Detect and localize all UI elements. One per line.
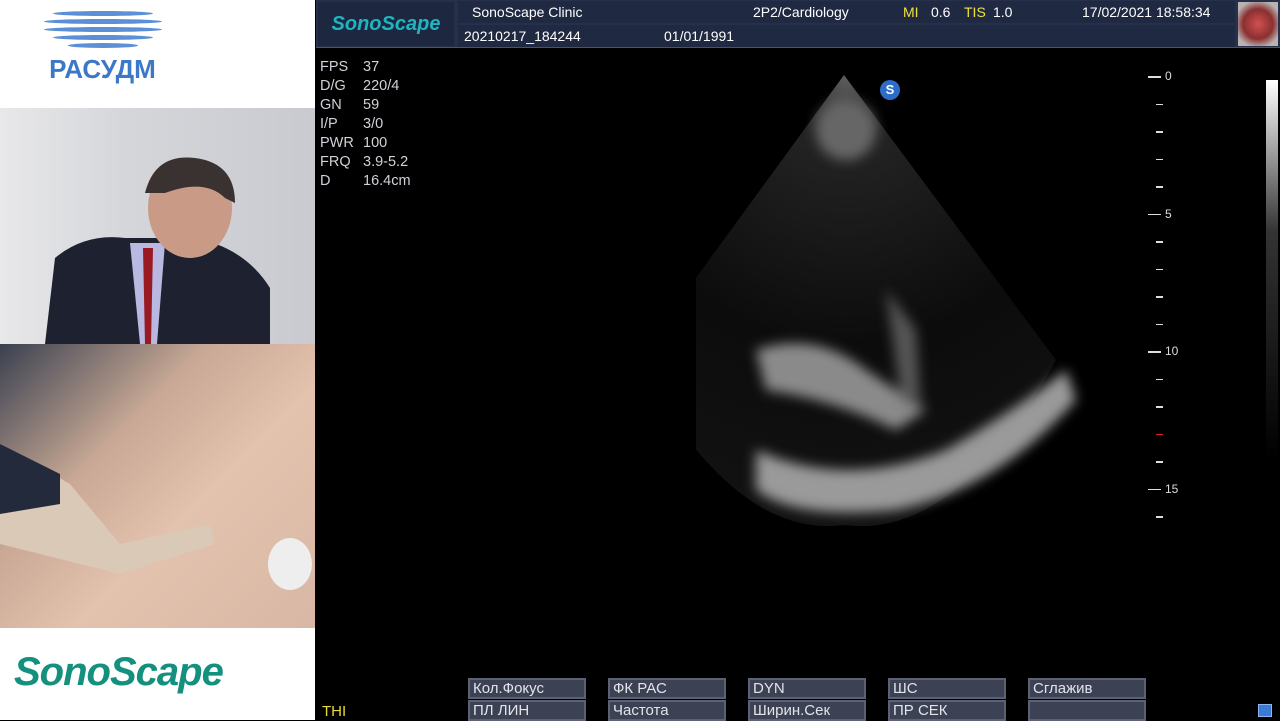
depth-tick — [1156, 186, 1163, 188]
param-row: D/G 220/4 — [320, 78, 400, 94]
softkey-frequency[interactable]: Частота — [608, 700, 726, 721]
birth-date: 01/01/1991 — [664, 28, 735, 44]
mi-value: 0.6 — [931, 4, 951, 20]
depth-tick — [1156, 131, 1163, 133]
clinic-name: SonoScape Clinic — [472, 4, 583, 20]
focus-marker — [1156, 433, 1163, 435]
grayscale-bar — [1266, 80, 1278, 460]
ultrasound-screen: SonoScape SonoScape Clinic 2P2/Cardiolog… — [316, 0, 1280, 721]
param-row: GN 59 — [320, 97, 380, 113]
presenter-figure — [45, 157, 270, 344]
depth-tick — [1156, 268, 1163, 270]
depth-tick — [1156, 378, 1163, 380]
depth-tick — [1156, 103, 1163, 105]
depth-label: 0 — [1165, 69, 1172, 83]
mi-label: MI — [903, 4, 919, 20]
softkey-sector-steer[interactable]: ПР СЕК — [888, 700, 1006, 721]
softkey-empty[interactable] — [1028, 700, 1146, 721]
heart-icon[interactable] — [1238, 2, 1278, 46]
param-row: FPS 37 — [320, 59, 380, 75]
softkey-focus-position[interactable]: ФК РАС — [608, 678, 726, 699]
probe-hand — [0, 444, 312, 590]
orientation-marker-icon: S — [880, 80, 900, 100]
imaging-parameters: FPS 37 D/G 220/4 GN 59 I/P 3/0 PWR 100 FRQ 3.9… — [320, 58, 411, 191]
probe-preset[interactable]: 2P2/Cardiology — [753, 4, 849, 20]
rasudm-logo-text: РАСУДМ — [49, 54, 156, 84]
thi-mode-label: THI — [322, 703, 347, 720]
param-row: PWR 100 — [320, 135, 388, 151]
softkey-dyn[interactable]: DYN — [748, 678, 866, 699]
depth-tick — [1156, 516, 1163, 518]
depth-label: 5 — [1165, 206, 1172, 221]
param-row: FRQ 3.9-5.2 — [320, 154, 409, 170]
softkey-grayscale[interactable]: ШС — [888, 678, 1006, 699]
softkey-line-density[interactable]: ПЛ ЛИН — [468, 700, 586, 721]
param-row: D 16.4cm — [320, 173, 411, 189]
param-row: I/P 3/0 — [320, 116, 384, 132]
softkey-sector-width[interactable]: Ширин.Сек — [748, 700, 866, 721]
presenter-panel: РАСУДМ SonoScape — [0, 0, 315, 720]
softkey-focus-number[interactable]: Кол.Фокус — [468, 678, 586, 699]
depth-tick — [1148, 488, 1161, 490]
ultrasound-image — [696, 75, 1076, 527]
presenter-video — [0, 108, 315, 344]
depth-tick — [1148, 76, 1161, 78]
depth-tick — [1156, 296, 1163, 298]
depth-tick — [1156, 461, 1163, 463]
sonoscape-logo: SonoScape — [318, 2, 454, 46]
tis-label: TIS — [964, 4, 986, 20]
rasudm-logo: РАСУДМ — [40, 8, 165, 85]
depth-tick — [1156, 406, 1163, 408]
depth-scale: 0 5 10 15 — [1146, 0, 1186, 560]
softkey-smoothing[interactable]: Сглажив — [1028, 678, 1146, 699]
scanning-video — [0, 344, 315, 628]
depth-tick — [1156, 323, 1163, 325]
tis-value: 1.0 — [993, 4, 1013, 20]
sonoscape-brand-logo: SonoScape — [14, 650, 224, 694]
depth-label: 15 — [1165, 481, 1179, 496]
depth-tick — [1148, 351, 1161, 353]
depth-tick — [1156, 158, 1163, 160]
depth-tick — [1156, 241, 1163, 243]
depth-label: 10 — [1165, 344, 1179, 358]
header-bar: SonoScape SonoScape Clinic 2P2/Cardiolog… — [316, 0, 1280, 48]
depth-tick — [1148, 213, 1161, 215]
patient-id: 20210217_184244 — [464, 28, 581, 44]
network-status-icon[interactable] — [1258, 704, 1272, 717]
